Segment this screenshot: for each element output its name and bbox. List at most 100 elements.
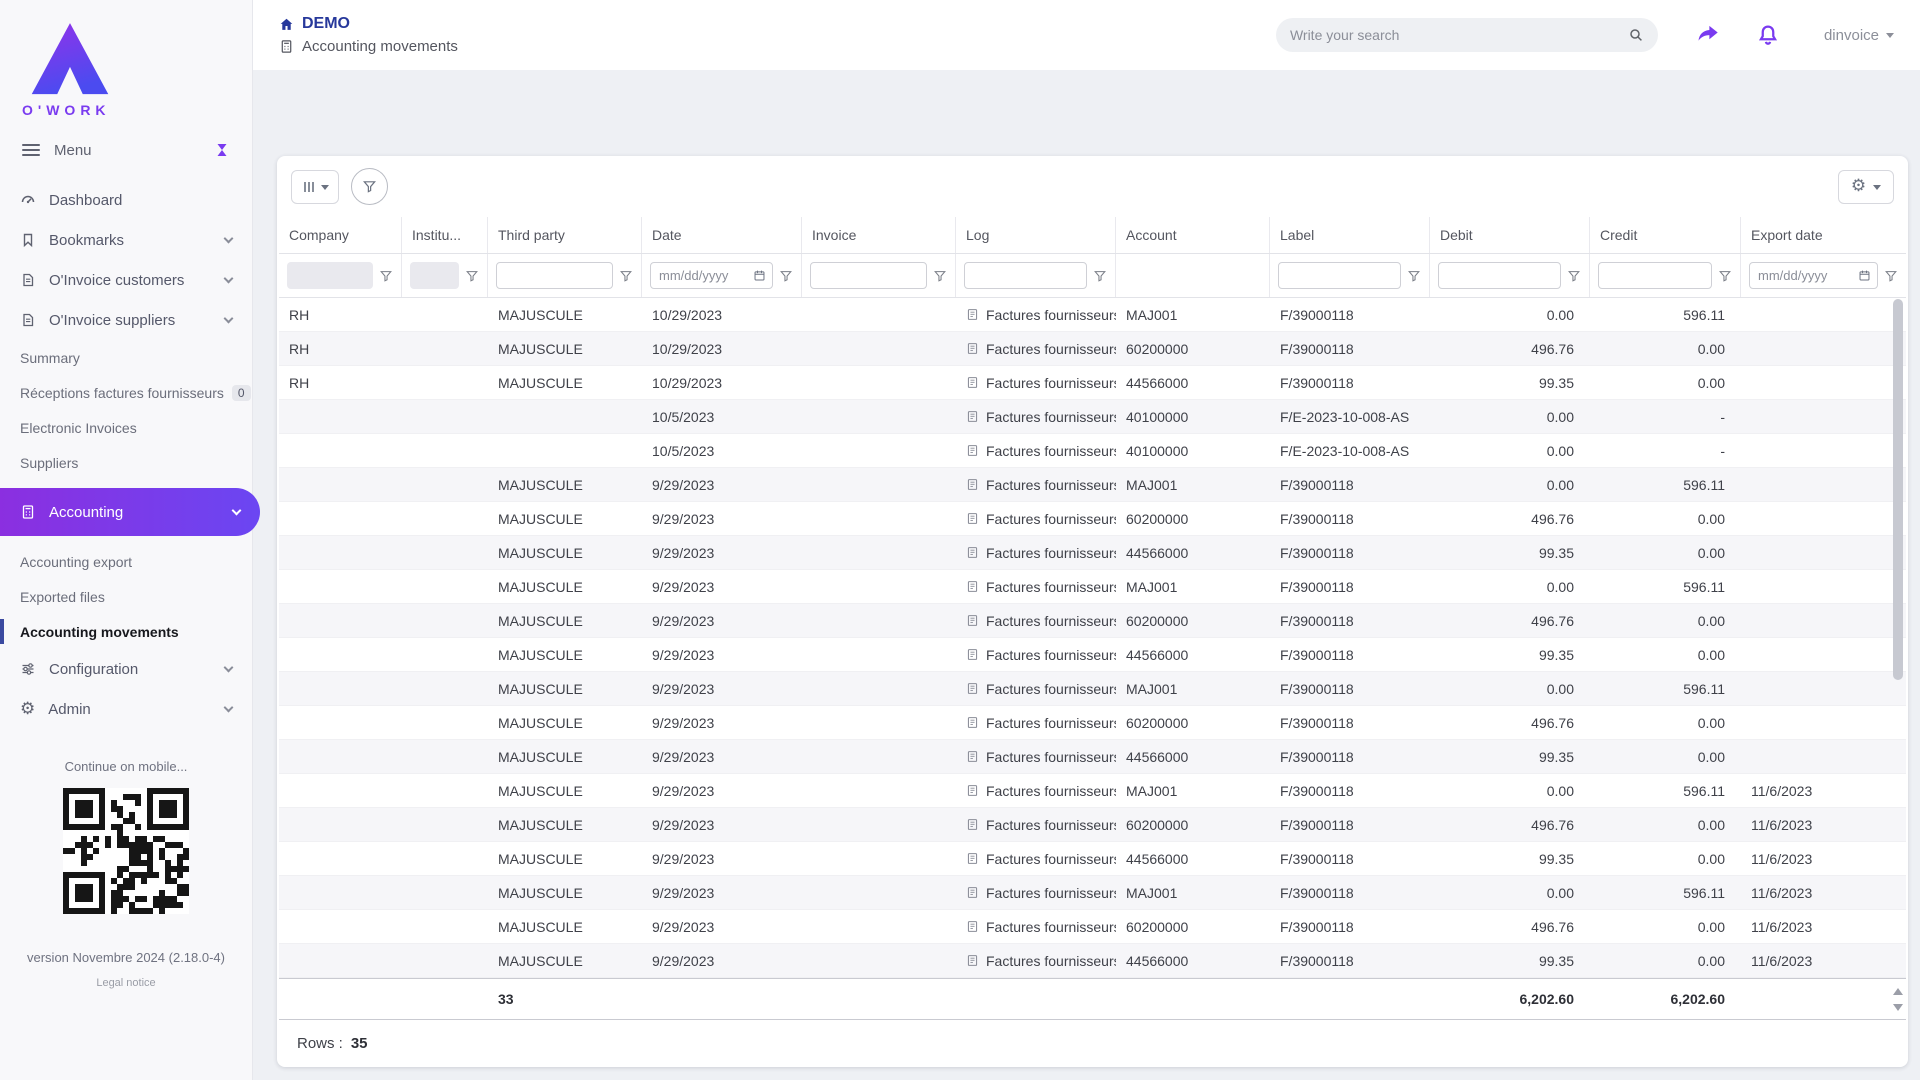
calendar-icon[interactable] bbox=[1858, 269, 1871, 282]
user-menu[interactable]: dinvoice bbox=[1824, 27, 1894, 44]
cell-third-party: MAJUSCULE bbox=[488, 298, 642, 331]
search-input[interactable] bbox=[1290, 27, 1628, 43]
filter-button[interactable] bbox=[351, 168, 388, 205]
cell-institution bbox=[402, 672, 488, 705]
filter-date-input-export-date[interactable]: mm/dd/yyyy bbox=[1749, 262, 1878, 289]
hamburger-icon[interactable] bbox=[22, 144, 40, 156]
filter-cell-export-date: mm/dd/yyyy bbox=[1741, 254, 1906, 297]
filter-funnel-icon[interactable] bbox=[1718, 269, 1732, 283]
hourglass-icon[interactable] bbox=[214, 142, 230, 158]
table-row[interactable]: MAJUSCULE9/29/2023Factures fournisseursM… bbox=[279, 876, 1906, 910]
column-header-institu[interactable]: Institu... bbox=[402, 217, 488, 253]
scrollbar-thumb[interactable] bbox=[1893, 299, 1903, 680]
sidebar-item-admin[interactable]: ⚙ Admin bbox=[0, 689, 252, 729]
cell-debit: 99.35 bbox=[1430, 366, 1590, 399]
calendar-icon[interactable] bbox=[753, 269, 766, 282]
table-row[interactable]: MAJUSCULE9/29/2023Factures fournisseurs4… bbox=[279, 638, 1906, 672]
table-row[interactable]: RHMAJUSCULE10/29/2023Factures fournisseu… bbox=[279, 298, 1906, 332]
cell-date: 9/29/2023 bbox=[642, 842, 802, 875]
filter-funnel-icon[interactable] bbox=[1093, 269, 1107, 283]
cell-date: 9/29/2023 bbox=[642, 468, 802, 501]
column-header-company[interactable]: Company bbox=[279, 217, 402, 253]
table-row[interactable]: MAJUSCULE9/29/2023Factures fournisseurs6… bbox=[279, 910, 1906, 944]
table-row[interactable]: MAJUSCULE9/29/2023Factures fournisseurs4… bbox=[279, 536, 1906, 570]
filter-funnel-icon[interactable] bbox=[465, 269, 479, 283]
table-row[interactable]: MAJUSCULE9/29/2023Factures fournisseurs6… bbox=[279, 502, 1906, 536]
cell-export-date bbox=[1741, 434, 1906, 467]
filter-input-log[interactable] bbox=[964, 262, 1087, 289]
filter-funnel-icon[interactable] bbox=[619, 269, 633, 283]
table-row[interactable]: MAJUSCULE9/29/2023Factures fournisseurs4… bbox=[279, 944, 1906, 978]
totals-third-party: 33 bbox=[488, 979, 642, 1019]
column-header-debit[interactable]: Debit bbox=[1430, 217, 1590, 253]
column-header-log[interactable]: Log bbox=[956, 217, 1116, 253]
scroll-up-arrow[interactable] bbox=[1893, 983, 1903, 995]
table-row[interactable]: MAJUSCULE9/29/2023Factures fournisseursM… bbox=[279, 774, 1906, 808]
search-icon[interactable] bbox=[1628, 27, 1644, 43]
vertical-scrollbar[interactable] bbox=[1892, 297, 1904, 978]
table-row[interactable]: 10/5/2023Factures fournisseurs40100000F/… bbox=[279, 400, 1906, 434]
column-header-export-date[interactable]: Export date bbox=[1741, 217, 1906, 253]
sidebar-item-oinvoice-customers[interactable]: O'Invoice customers bbox=[0, 260, 252, 300]
sidebar-item-dashboard[interactable]: Dashboard bbox=[0, 180, 252, 220]
column-header-invoice[interactable]: Invoice bbox=[802, 217, 956, 253]
sidebar-item-accounting[interactable]: Accounting bbox=[0, 488, 260, 536]
table-row[interactable]: MAJUSCULE9/29/2023Factures fournisseurs4… bbox=[279, 842, 1906, 876]
logo[interactable]: O'WORK bbox=[0, 0, 252, 118]
column-chooser-button[interactable] bbox=[291, 170, 339, 204]
table-row[interactable]: MAJUSCULE9/29/2023Factures fournisseurs6… bbox=[279, 808, 1906, 842]
sidebar-item-oinvoice-suppliers[interactable]: O'Invoice suppliers bbox=[0, 300, 252, 340]
cell-credit: 596.11 bbox=[1590, 298, 1741, 331]
cell-export-date bbox=[1741, 706, 1906, 739]
cell-institution bbox=[402, 638, 488, 671]
scroll-down-arrow[interactable] bbox=[1893, 1004, 1903, 1016]
sidebar-item-bookmarks[interactable]: Bookmarks bbox=[0, 220, 252, 260]
filter-funnel-icon[interactable] bbox=[1884, 269, 1898, 283]
sidebar-item-accounting-movements[interactable]: Accounting movements bbox=[0, 614, 252, 649]
table-row[interactable]: MAJUSCULE9/29/2023Factures fournisseurs4… bbox=[279, 740, 1906, 774]
column-header-date[interactable]: Date bbox=[642, 217, 802, 253]
sidebar-item-configuration[interactable]: Configuration bbox=[0, 649, 252, 689]
notifications-button[interactable] bbox=[1756, 23, 1780, 47]
cell-export-date bbox=[1741, 740, 1906, 773]
sidebar-item-suppliers[interactable]: Suppliers bbox=[0, 445, 252, 480]
cell-label: F/39000118 bbox=[1270, 366, 1430, 399]
sidebar-item-electronic-invoices[interactable]: Electronic Invoices bbox=[0, 410, 252, 445]
cell-institution bbox=[402, 842, 488, 875]
table-row[interactable]: RHMAJUSCULE10/29/2023Factures fournisseu… bbox=[279, 366, 1906, 400]
share-button[interactable] bbox=[1694, 24, 1720, 46]
table-row[interactable]: MAJUSCULE9/29/2023Factures fournisseurs6… bbox=[279, 604, 1906, 638]
table-row[interactable]: 10/5/2023Factures fournisseurs40100000F/… bbox=[279, 434, 1906, 468]
cell-third-party: MAJUSCULE bbox=[488, 672, 642, 705]
sidebar-item-accounting-export[interactable]: Accounting export bbox=[0, 544, 252, 579]
filter-input-third-party[interactable] bbox=[496, 262, 613, 289]
chevron-down-icon bbox=[224, 662, 234, 672]
column-header-third-party[interactable]: Third party bbox=[488, 217, 642, 253]
filter-input-label[interactable] bbox=[1278, 262, 1401, 289]
cell-debit: 0.00 bbox=[1430, 468, 1590, 501]
chevron-down-icon bbox=[1886, 33, 1894, 42]
table-row[interactable]: MAJUSCULE9/29/2023Factures fournisseursM… bbox=[279, 570, 1906, 604]
filter-input-credit[interactable] bbox=[1598, 262, 1712, 289]
sidebar-item-summary[interactable]: Summary bbox=[0, 340, 252, 375]
settings-button[interactable]: ⚙ bbox=[1838, 170, 1894, 204]
sidebar-item-exported-files[interactable]: Exported files bbox=[0, 579, 252, 614]
sidebar-item-receptions-factures[interactable]: Réceptions factures fournisseurs 0 bbox=[0, 375, 252, 410]
column-header-label[interactable]: Label bbox=[1270, 217, 1430, 253]
column-header-credit[interactable]: Credit bbox=[1590, 217, 1741, 253]
filter-input-debit[interactable] bbox=[1438, 262, 1561, 289]
legal-notice-link[interactable]: Legal notice bbox=[0, 977, 252, 989]
filter-funnel-icon[interactable] bbox=[379, 269, 393, 283]
table-row[interactable]: MAJUSCULE9/29/2023Factures fournisseurs6… bbox=[279, 706, 1906, 740]
table-row[interactable]: RHMAJUSCULE10/29/2023Factures fournisseu… bbox=[279, 332, 1906, 366]
filter-funnel-icon[interactable] bbox=[779, 269, 793, 283]
filter-date-input-date[interactable]: mm/dd/yyyy bbox=[650, 262, 773, 289]
table-row[interactable]: MAJUSCULE9/29/2023Factures fournisseursM… bbox=[279, 468, 1906, 502]
filter-funnel-icon[interactable] bbox=[1407, 269, 1421, 283]
filter-input-invoice[interactable] bbox=[810, 262, 927, 289]
table-row[interactable]: MAJUSCULE9/29/2023Factures fournisseursM… bbox=[279, 672, 1906, 706]
cell-account: 60200000 bbox=[1116, 706, 1270, 739]
filter-funnel-icon[interactable] bbox=[933, 269, 947, 283]
column-header-account[interactable]: Account bbox=[1116, 217, 1270, 253]
filter-funnel-icon[interactable] bbox=[1567, 269, 1581, 283]
